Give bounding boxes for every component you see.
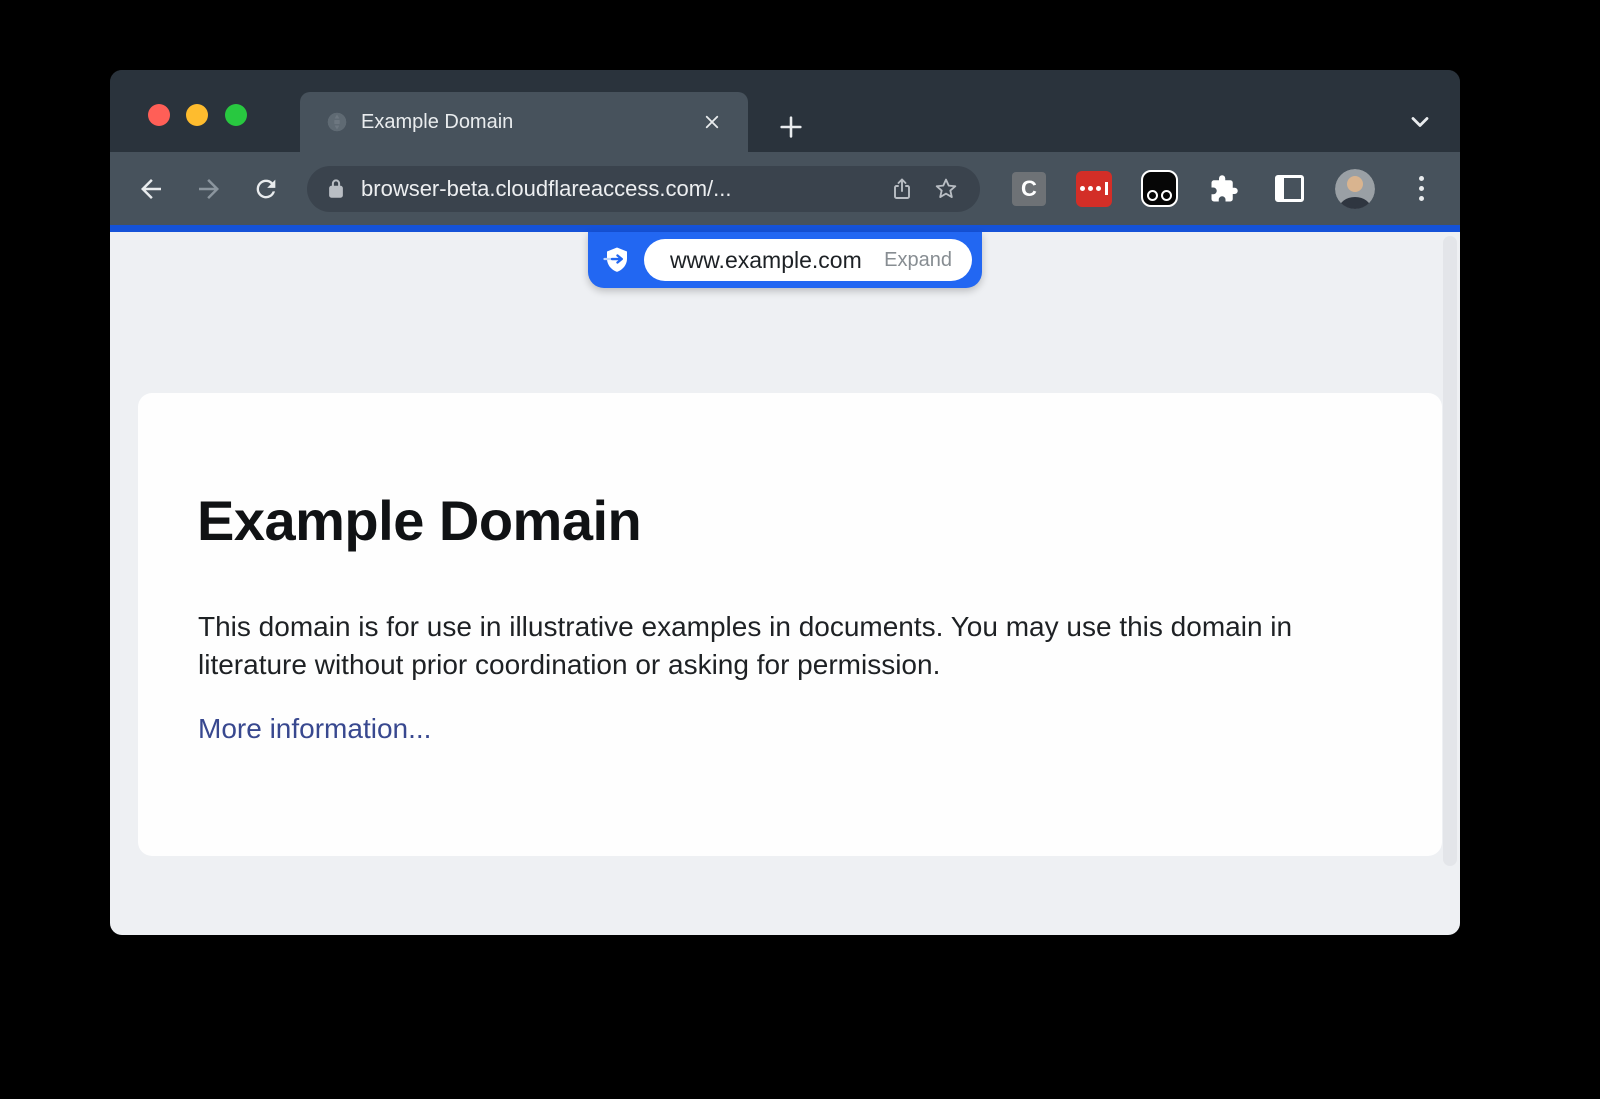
reload-button[interactable] bbox=[245, 168, 287, 210]
new-tab-button[interactable] bbox=[770, 106, 812, 148]
zoom-window-button[interactable] bbox=[225, 104, 247, 126]
minimize-window-button[interactable] bbox=[186, 104, 208, 126]
extension-dark-circles-icon[interactable] bbox=[1140, 170, 1178, 208]
more-information-link[interactable]: More information... bbox=[198, 713, 431, 745]
lock-icon bbox=[325, 178, 347, 200]
side-panel-icon[interactable] bbox=[1270, 170, 1308, 208]
back-button[interactable] bbox=[130, 168, 172, 210]
isolated-domain-text: www.example.com bbox=[670, 247, 884, 274]
browser-menu-icon[interactable] bbox=[1402, 170, 1440, 208]
browser-window: Example Domain browser-beta.cloudflareac bbox=[110, 70, 1460, 935]
isolation-domain-pill[interactable]: www.example.com Expand bbox=[644, 239, 972, 281]
tab-close-icon[interactable] bbox=[698, 108, 726, 136]
extensions-puzzle-icon[interactable] bbox=[1205, 170, 1243, 208]
shield-arrow-icon bbox=[602, 245, 632, 275]
address-bar[interactable]: browser-beta.cloudflareaccess.com/... bbox=[307, 166, 980, 212]
extension-c-icon[interactable]: C bbox=[1010, 170, 1048, 208]
page-title: Example Domain bbox=[197, 493, 641, 549]
isolation-accent-line bbox=[110, 225, 1460, 232]
page-viewport: www.example.com Expand Example Domain Th… bbox=[110, 232, 1460, 935]
extensions-area: C bbox=[1010, 169, 1440, 209]
share-icon[interactable] bbox=[884, 171, 920, 207]
extension-red-dots-icon[interactable] bbox=[1075, 170, 1113, 208]
example-domain-card: Example Domain This domain is for use in… bbox=[138, 393, 1442, 856]
url-text: browser-beta.cloudflareaccess.com/... bbox=[361, 176, 876, 202]
close-window-button[interactable] bbox=[148, 104, 170, 126]
browser-toolbar: browser-beta.cloudflareaccess.com/... C bbox=[110, 152, 1460, 225]
page-paragraph: This domain is for use in illustrative e… bbox=[198, 608, 1353, 684]
tab-strip: Example Domain bbox=[110, 70, 1460, 152]
forward-button[interactable] bbox=[188, 168, 230, 210]
browser-tab[interactable]: Example Domain bbox=[300, 92, 748, 152]
globe-favicon-icon bbox=[326, 111, 348, 133]
expand-button[interactable]: Expand bbox=[884, 249, 952, 272]
chevron-down-icon[interactable] bbox=[1406, 108, 1434, 136]
vertical-scrollbar[interactable] bbox=[1443, 236, 1457, 866]
bookmark-star-icon[interactable] bbox=[928, 171, 964, 207]
tab-title: Example Domain bbox=[361, 111, 698, 134]
profile-avatar[interactable] bbox=[1335, 169, 1375, 209]
isolation-url-indicator[interactable]: www.example.com Expand bbox=[588, 232, 982, 288]
